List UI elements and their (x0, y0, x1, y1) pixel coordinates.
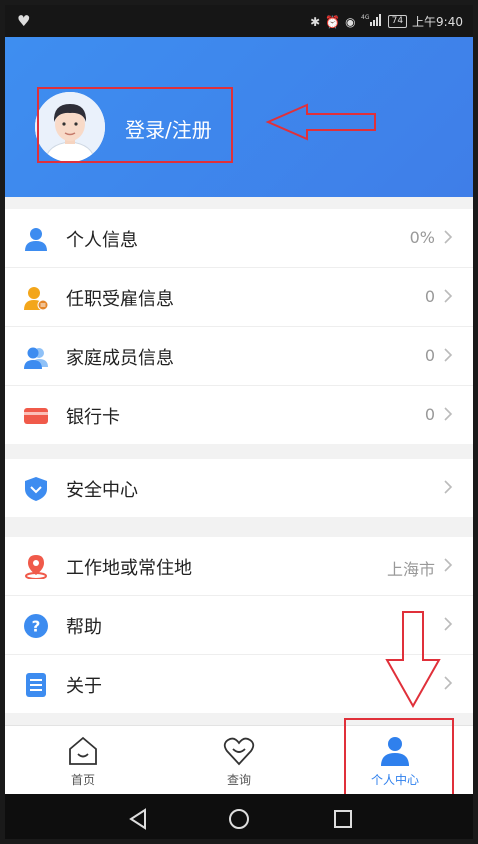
menu-group-security: 安全中心 (5, 459, 473, 517)
eye-icon: ◉ (345, 14, 356, 29)
svg-text:4G: 4G (361, 14, 370, 21)
tab-home[interactable]: 首页 (5, 726, 161, 794)
menu-item-bank-card[interactable]: 银行卡 0 (5, 386, 473, 444)
menu-item-label: 个人信息 (66, 230, 138, 251)
clock: 上午9:40 (412, 15, 463, 29)
tab-query[interactable]: 查询 (161, 726, 317, 794)
menu-item-value: 0% (409, 228, 435, 247)
alarm-icon: ⏰ (325, 14, 341, 29)
menu-item-label: 关于 (66, 676, 102, 697)
menu-item-security-center[interactable]: 安全中心 (5, 459, 473, 517)
employee-icon (24, 287, 48, 310)
menu-item-employment-info[interactable]: 任职受雇信息 0 (5, 268, 473, 327)
battery-icon: 74 (387, 15, 408, 28)
heart-icon (223, 737, 255, 766)
chevron-right-icon (444, 558, 453, 572)
system-nav-bar (5, 794, 473, 839)
svg-text:?: ? (32, 618, 41, 636)
home-icon (69, 736, 97, 765)
menu-item-label: 工作地或常住地 (66, 558, 192, 579)
menu-item-value: 0 (424, 287, 435, 306)
help-icon: ? (24, 614, 48, 638)
menu-item-label: 家庭成员信息 (66, 348, 174, 369)
location-pin-icon (25, 555, 47, 579)
menu-item-label: 任职受雇信息 (66, 289, 174, 310)
chevron-right-icon (444, 676, 453, 690)
menu-item-work-location[interactable]: 工作地或常住地 上海市 (5, 537, 473, 596)
tab-label: 查询 (226, 773, 251, 787)
shield-icon (25, 477, 47, 501)
menu-item-value: 0 (424, 405, 435, 424)
home-button-icon[interactable] (228, 808, 250, 830)
menu-item-label: 银行卡 (66, 407, 120, 428)
phone-frame: ♥ ✱ ⏰ ◉ 4G 74 上午9:40 登录/注册 个人信息 0% 任职受雇信… (0, 0, 478, 844)
profile-header: 登录/注册 (5, 37, 473, 197)
chevron-right-icon (444, 617, 453, 631)
document-icon (26, 673, 46, 697)
menu-item-label: 安全中心 (66, 480, 138, 501)
recent-apps-icon[interactable] (332, 808, 354, 830)
annotation-box-tab (344, 718, 454, 798)
menu-group-personal: 个人信息 0% 任职受雇信息 0 家庭成员信息 0 银行卡 0 (5, 209, 473, 444)
menu-item-value: 0 (424, 346, 435, 365)
health-app-icon: ♥ (17, 12, 31, 30)
bank-card-icon (24, 408, 48, 424)
chevron-right-icon (444, 289, 453, 303)
back-icon[interactable] (127, 808, 149, 830)
annotation-box-login (37, 87, 233, 163)
annotation-arrow-left-icon (265, 103, 376, 141)
menu-item-family-info[interactable]: 家庭成员信息 0 (5, 327, 473, 386)
status-bar: ♥ ✱ ⏰ ◉ 4G 74 上午9:40 (5, 5, 473, 37)
signal-icon: 4G (361, 14, 383, 29)
tab-label: 首页 (70, 773, 95, 787)
menu-item-value: 上海市 (386, 560, 435, 579)
chevron-right-icon (444, 480, 453, 494)
menu-item-personal-info[interactable]: 个人信息 0% (5, 209, 473, 268)
family-icon (24, 347, 48, 369)
annotation-arrow-down-icon (385, 611, 441, 709)
person-icon (25, 228, 47, 251)
chevron-right-icon (444, 348, 453, 362)
bluetooth-icon: ✱ (310, 14, 321, 29)
menu-item-label: 帮助 (66, 617, 102, 638)
chevron-right-icon (444, 407, 453, 421)
chevron-right-icon (444, 230, 453, 244)
